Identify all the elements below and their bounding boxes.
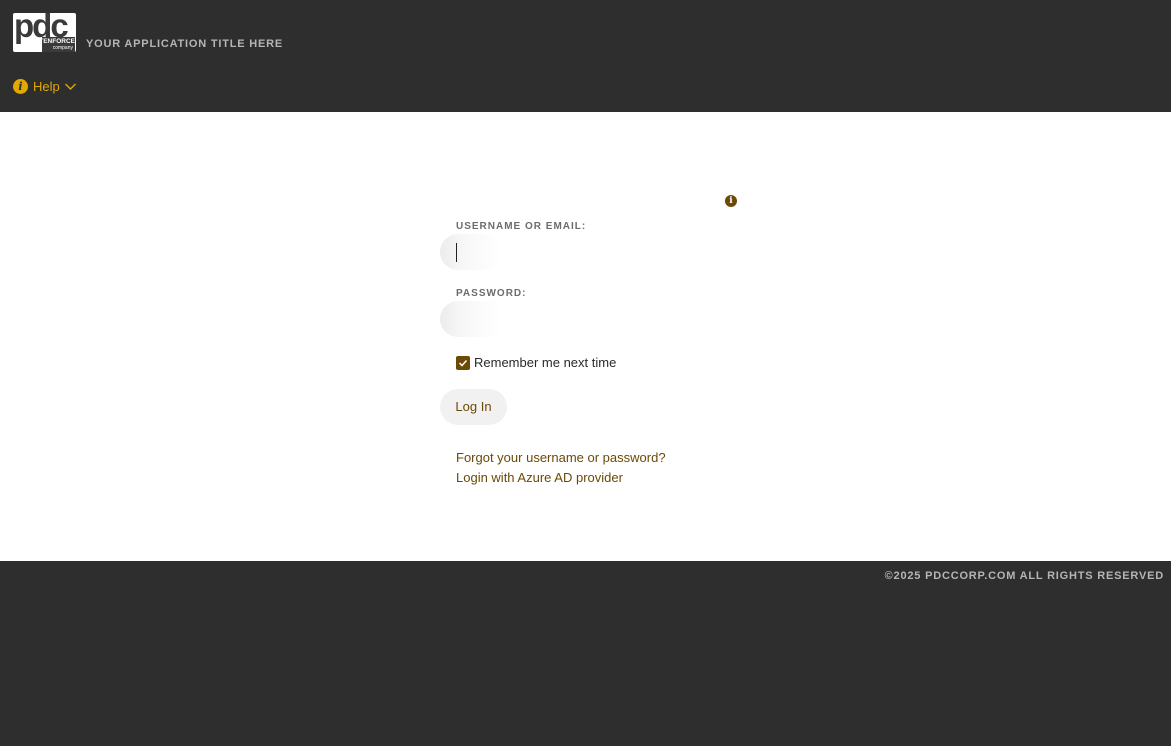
username-label: USERNAME OR EMAIL: bbox=[456, 221, 587, 232]
login-panel: i USERNAME OR EMAIL: PASSWORD: Remember … bbox=[0, 112, 1171, 561]
pdc-logo[interactable]: pdc TENFORCE company bbox=[13, 13, 76, 52]
checkmark-icon bbox=[458, 359, 468, 367]
remember-me-label: Remember me next time bbox=[474, 355, 617, 370]
logo-sub-line2: company bbox=[52, 45, 73, 51]
remember-me-checkbox[interactable]: Remember me next time bbox=[456, 355, 616, 370]
username-input[interactable] bbox=[440, 234, 710, 270]
azure-ad-login-link[interactable]: Login with Azure AD provider bbox=[456, 470, 623, 485]
checkbox-box[interactable] bbox=[456, 355, 470, 370]
app-title: YOUR APPLICATION TITLE HERE bbox=[86, 38, 283, 50]
info-icon[interactable]: i bbox=[725, 195, 737, 207]
password-label: PASSWORD: bbox=[456, 288, 527, 299]
help-menu[interactable]: i Help bbox=[13, 77, 77, 95]
app-header: pdc TENFORCE company YOUR APPLICATION TI… bbox=[0, 0, 1171, 112]
help-info-icon: i bbox=[13, 78, 28, 94]
help-label: Help bbox=[33, 78, 60, 94]
password-input[interactable] bbox=[440, 301, 710, 337]
text-caret bbox=[456, 243, 457, 262]
chevron-down-icon bbox=[64, 80, 77, 93]
forgot-password-link[interactable]: Forgot your username or password? bbox=[456, 450, 666, 465]
logo-sub-line1: TENFORCE bbox=[39, 38, 75, 45]
footer-copyright: ©2025 PDCCORP.COM ALL RIGHTS RESERVED bbox=[884, 570, 1164, 582]
login-button[interactable]: Log In bbox=[440, 389, 507, 425]
